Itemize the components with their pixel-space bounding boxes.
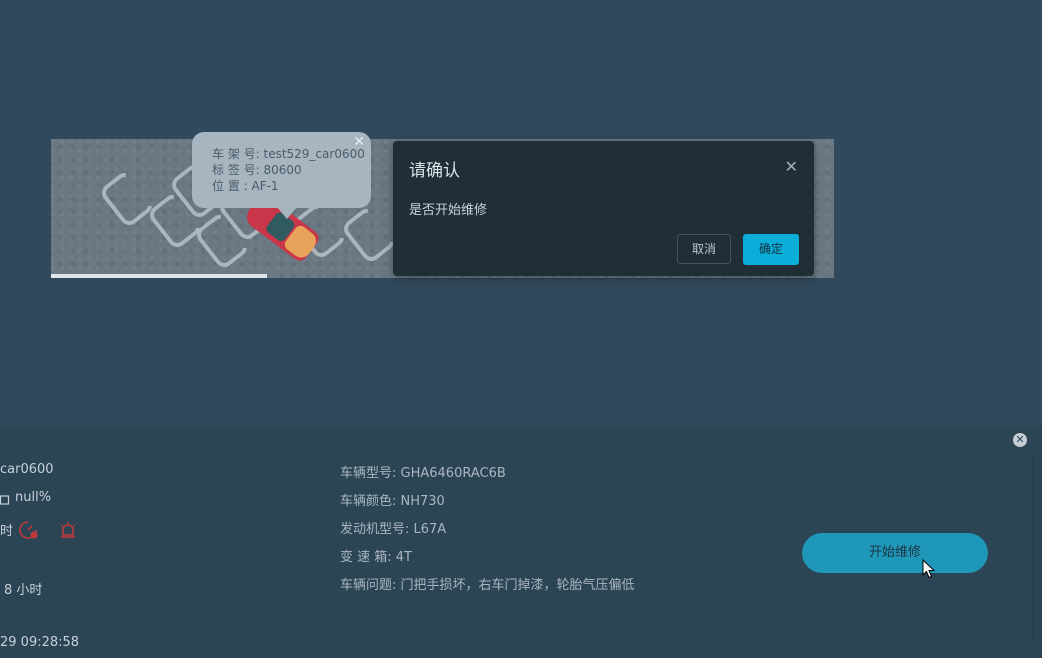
engine-model: 发动机型号: L67A [340, 522, 447, 537]
map-scroll-indicator [51, 274, 267, 278]
dialog-title: 请确认 [409, 161, 460, 181]
duration-text: 8 小时 [4, 583, 43, 598]
gearbox-type: 变 速 箱: 4T [340, 550, 412, 565]
tooltip-close-icon[interactable]: ✕ [353, 134, 365, 150]
vehicle-color: 车辆颜色: NH730 [340, 494, 445, 509]
tooltip-frame-number: 车 架 号: test529_car0600 [212, 147, 365, 161]
start-repair-button[interactable]: 开始维修 [802, 533, 988, 573]
speed-alert-icon [19, 520, 39, 540]
tooltip-pointer [277, 207, 297, 219]
tooltip-position: 位 置 : AF-1 [212, 179, 279, 193]
cancel-button[interactable]: 取消 [677, 234, 731, 264]
battery-level-text: null% [15, 490, 52, 505]
mouse-cursor-icon [922, 558, 936, 583]
dialog-close-icon[interactable]: ✕ [785, 157, 798, 176]
vehicle-model: 车辆型号: GHA6460RAC6B [340, 466, 506, 481]
vehicle-issues: 车辆问题: 门把手损坏，右车门掉漆，轮胎气压偏低 [340, 578, 635, 593]
confirm-dialog: 请确认 ✕ 是否开始维修 取消 确定 [393, 141, 814, 276]
tooltip-tag-number: 标 签 号: 80600 [212, 163, 302, 177]
panel-scrollbar[interactable] [1032, 455, 1034, 640]
car-info-tooltip: ✕ 车 架 号: test529_car0600 标 签 号: 80600 位 … [192, 132, 371, 208]
battery-icon [0, 491, 16, 507]
time-unit-text: 时 [0, 524, 14, 539]
alarm-light-icon [58, 520, 78, 540]
timestamp-text: 29 09:28:58 [0, 635, 80, 650]
car-id-text: car0600 [0, 462, 54, 477]
panel-close-icon[interactable]: ✕ [1013, 433, 1027, 447]
dialog-message: 是否开始维修 [409, 203, 488, 218]
confirm-button[interactable]: 确定 [743, 234, 799, 265]
